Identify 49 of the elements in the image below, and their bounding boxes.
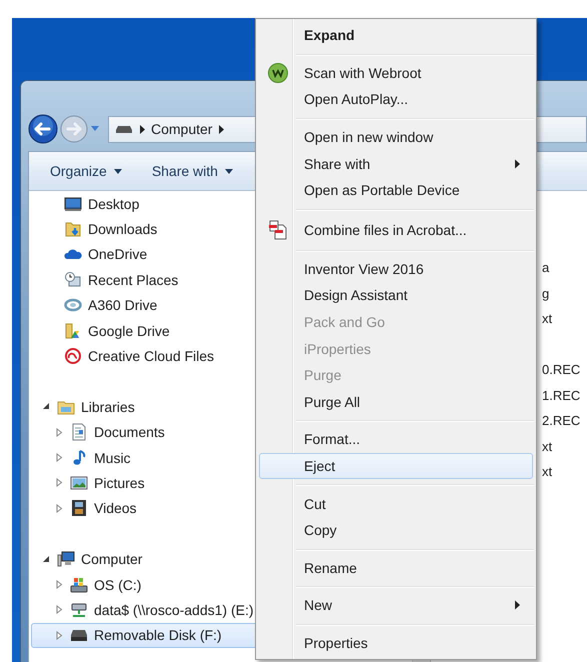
menu-item[interactable]: Open in new window (259, 124, 533, 150)
file-name[interactable]: xt (542, 434, 587, 459)
menu-item[interactable]: Inventor View 2016 (259, 256, 533, 282)
file-name[interactable]: 1.REC (542, 382, 587, 408)
folder-icon (64, 220, 82, 238)
toolbar-button[interactable]: Organize (50, 161, 122, 181)
chevron-icon[interactable] (139, 124, 145, 134)
film-icon (70, 499, 88, 518)
monitor-icon (64, 194, 82, 213)
caret-icon (114, 168, 122, 174)
menu-item[interactable]: Copy (259, 516, 533, 544)
menu-item[interactable]: Open as Portable Device (259, 176, 533, 204)
logo (267, 62, 289, 84)
computer-icon (57, 550, 75, 568)
network-drive-icon (70, 600, 88, 619)
expander-icon[interactable] (42, 554, 51, 564)
menu-item[interactable]: Expand (259, 22, 533, 49)
file-name[interactable]: 2.REC (542, 408, 587, 434)
menu-item[interactable]: Design Assistant (259, 282, 533, 309)
swirl-icon (64, 347, 82, 366)
landscape-icon (70, 474, 88, 492)
file-name[interactable]: a (542, 255, 587, 280)
chevron-icon[interactable] (218, 124, 224, 134)
file-name[interactable]: 0.REC (542, 357, 587, 382)
file-name[interactable]: xt (542, 306, 587, 332)
menu-item[interactable]: Purge All (259, 388, 533, 416)
menu-item[interactable]: Format... (259, 426, 533, 453)
toolbar-button[interactable]: Share with (152, 161, 233, 181)
file-name[interactable]: xt (542, 459, 587, 484)
menu-item[interactable]: Eject (259, 452, 533, 480)
document-icon (70, 423, 88, 442)
expander-icon[interactable] (42, 402, 51, 412)
file-name[interactable]: g (542, 280, 587, 306)
menu-item[interactable]: Share with (259, 150, 533, 177)
dropdown-icon[interactable] (90, 125, 100, 133)
menu-item[interactable]: Open AutoPlay... (259, 86, 533, 113)
menu-item[interactable]: Scan with Webroot (259, 60, 533, 86)
clock-icon (64, 270, 82, 289)
documents-icon (267, 218, 289, 241)
menu-item[interactable]: Rename (259, 554, 533, 582)
menu-item[interactable]: Cut (259, 490, 533, 517)
folder-icon (64, 322, 82, 340)
menu-item[interactable]: New (259, 592, 533, 619)
back-button[interactable] (28, 114, 58, 144)
breadcrumb[interactable]: Computer (151, 121, 212, 137)
caret-icon (224, 168, 233, 174)
menu-item[interactable]: Combine files in Acrobat... (259, 214, 533, 245)
drive-icon (115, 124, 133, 134)
drive-icon (70, 576, 88, 594)
